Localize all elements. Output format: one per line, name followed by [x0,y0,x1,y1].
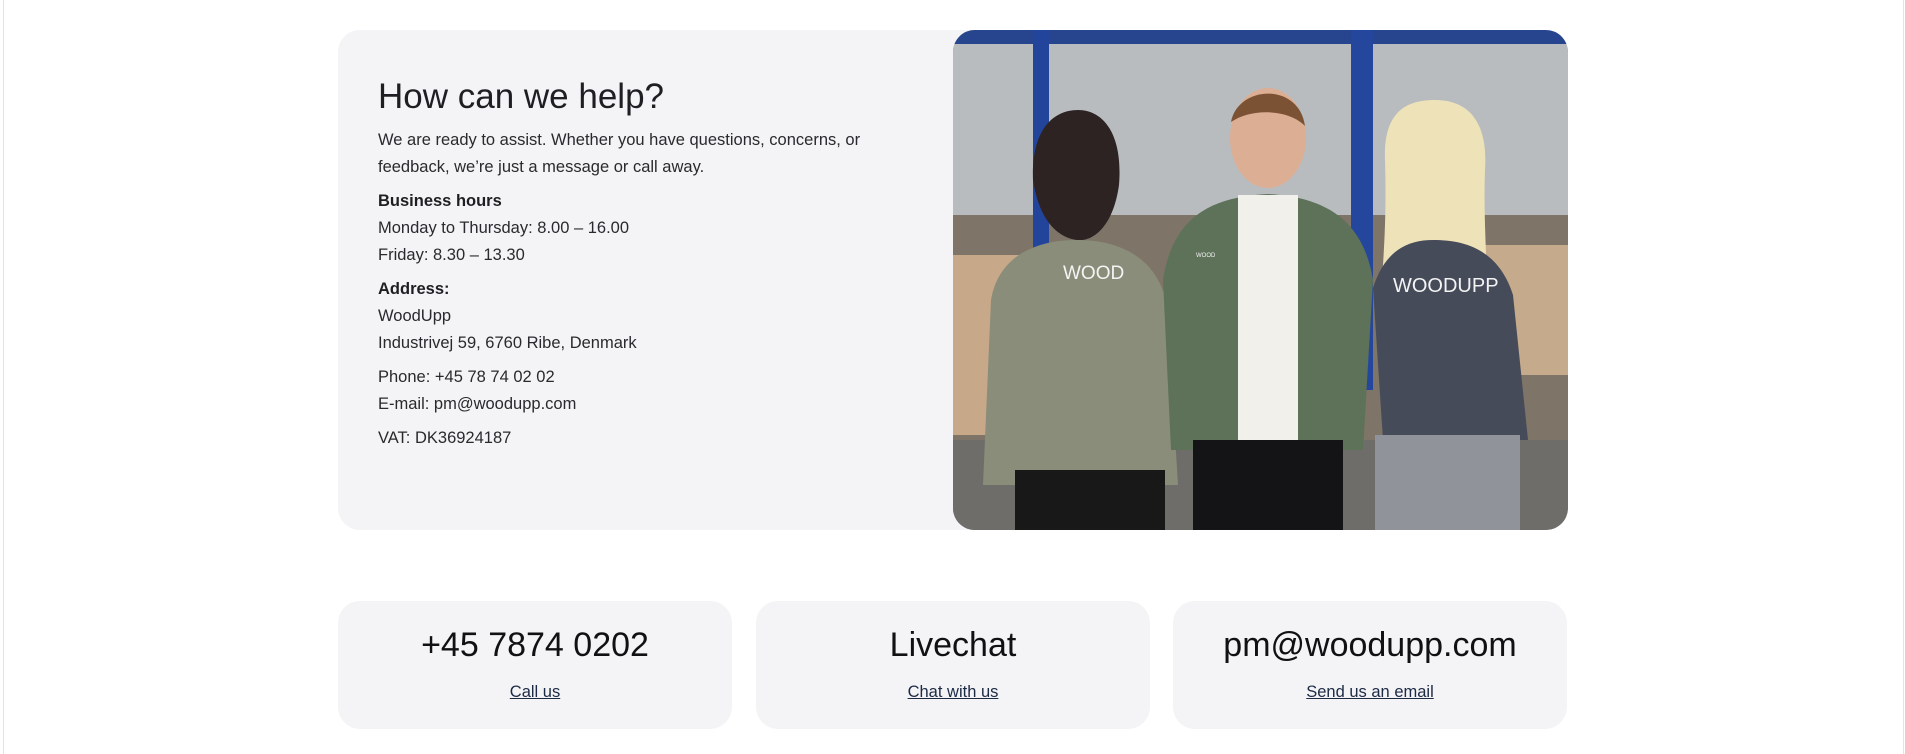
person-right-shirt-logo: WOODUPP [1393,275,1499,297]
business-hours-label: Business hours [378,191,502,210]
left-page-border [3,0,4,754]
address-block: Address: WoodUpp Industrivej 59, 6760 Ri… [378,276,918,357]
person-middle-tshirt [1238,195,1298,445]
email-card: pm@woodupp.com Send us an email [1173,601,1567,729]
help-intro: We are ready to assist. Whether you have… [378,130,861,176]
help-section: How can we help? We are ready to assist.… [338,30,1568,530]
help-text-column: How can we help? We are ready to assist.… [378,77,918,452]
phone-card: +45 7874 0202 Call us [338,601,732,729]
contact-details-block: Phone: +45 78 74 02 02 E-mail: pm@woodup… [378,364,918,418]
right-scrollbar-edge [1903,0,1904,754]
phone-card-title: +45 7874 0202 [421,626,649,664]
chat-with-us-link[interactable]: Chat with us [756,683,1150,703]
address-label: Address: [378,279,450,298]
vat-text: VAT: DK36924187 [378,428,512,447]
person-right-jeans [1375,435,1520,530]
call-us-link[interactable]: Call us [338,683,732,703]
phone-text: Phone: +45 78 74 02 02 [378,367,555,386]
contact-cards: +45 7874 0202 Call us Livechat Chat with… [338,601,1568,729]
livechat-card: Livechat Chat with us [756,601,1150,729]
person-left-trousers [1015,470,1165,530]
livechat-card-title: Livechat [889,626,1017,664]
address-street: Industrivej 59, 6760 Ribe, Denmark [378,333,637,352]
business-hours-weekdays: Monday to Thursday: 8.00 – 16.00 [378,218,630,237]
person-middle-logo: WOOD [1196,253,1216,259]
address-company: WoodUpp [378,306,452,325]
person-middle-trousers [1193,440,1343,530]
email-text: E-mail: pm@woodupp.com [378,394,577,413]
team-photo: WOOD WOOD WOODUPP [953,30,1568,530]
business-hours-block: Business hours Monday to Thursday: 8.00 … [378,188,918,269]
team-photo-illustration: WOOD WOOD WOODUPP [953,30,1568,530]
business-hours-friday: Friday: 8.30 – 13.30 [378,245,525,264]
help-title: How can we help? [378,77,664,116]
send-email-link[interactable]: Send us an email [1173,683,1567,703]
person-left-shirt-logo: WOOD [1063,263,1124,284]
email-card-title: pm@woodupp.com [1223,626,1517,664]
